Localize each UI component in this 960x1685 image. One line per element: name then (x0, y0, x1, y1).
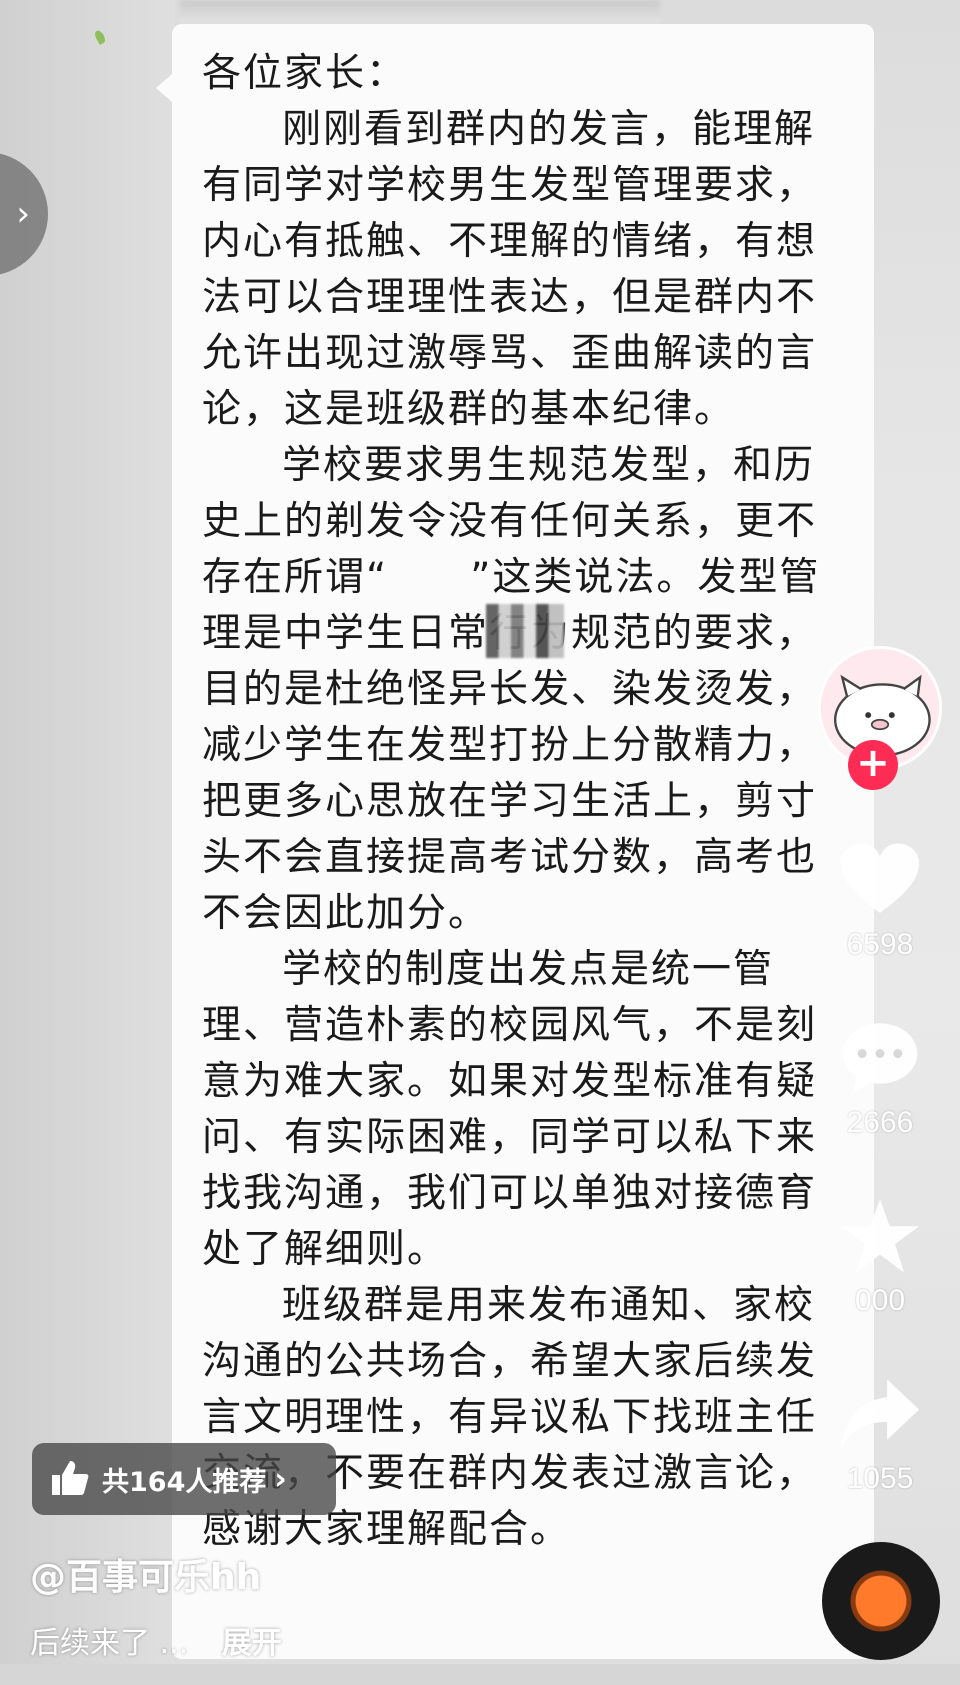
thumbs-up-icon (52, 1461, 89, 1495)
mosaic-redaction (486, 604, 564, 658)
follow-button[interactable]: + (848, 740, 898, 790)
recommend-bar[interactable]: 共164人推荐 › (32, 1443, 336, 1515)
previous-message-fragment (180, 0, 660, 24)
comment-count: 2666 (846, 1106, 914, 1139)
comment-icon (842, 1023, 918, 1095)
share-arrow-icon (840, 1379, 920, 1449)
message-paragraph: 学校的制度出发点是统一管理、营造朴素的校园风气，不是刻意为难大家。如果对发型标准… (202, 947, 818, 1272)
bottom-bar (0, 1664, 960, 1685)
like-button[interactable]: 6598 (822, 840, 938, 962)
message-paragraph: 刚刚看到群内的发言，能理解有同学对学校男生发型管理要求，内心有抵触、不理解的情绪… (202, 107, 818, 432)
expand-button[interactable]: 展开 (222, 1626, 282, 1661)
recommend-label: 共164人推荐 (102, 1466, 267, 1498)
message-paragraph: 学校要求男生规范发型，和历史上的剃发令没有任何关系，更不存在所谓“ ”这类说法。… (202, 443, 821, 936)
heart-icon (840, 843, 920, 913)
comment-button[interactable]: 2666 (822, 1018, 938, 1140)
share-count: 1055 (846, 1462, 914, 1495)
chevron-right-icon: › (16, 194, 30, 234)
chevron-right-icon: › (274, 1461, 287, 1497)
message-text: 各位家长： 刚刚看到群内的发言，能理解有同学对学校男生发型管理要求，内心有抵触、… (202, 46, 842, 1558)
favorite-count: 000 (854, 1284, 906, 1317)
music-disc[interactable] (822, 1542, 940, 1660)
video-caption: 后续来了 ... 展开 (30, 1618, 282, 1662)
caption-text: 后续来了 ... (30, 1626, 189, 1661)
star-icon (840, 1199, 920, 1273)
favorite-button[interactable]: 000 (822, 1196, 938, 1318)
message-greeting: 各位家长： (202, 51, 408, 96)
message-paragraph: 班级群是用来发布通知、家校沟通的公共场合，希望大家后续发言文明理性，有异议私下找… (202, 1283, 818, 1552)
share-button[interactable]: 1055 (822, 1374, 938, 1496)
author-name[interactable]: @百事可乐hh (30, 1548, 261, 1600)
like-count: 6598 (846, 928, 914, 961)
